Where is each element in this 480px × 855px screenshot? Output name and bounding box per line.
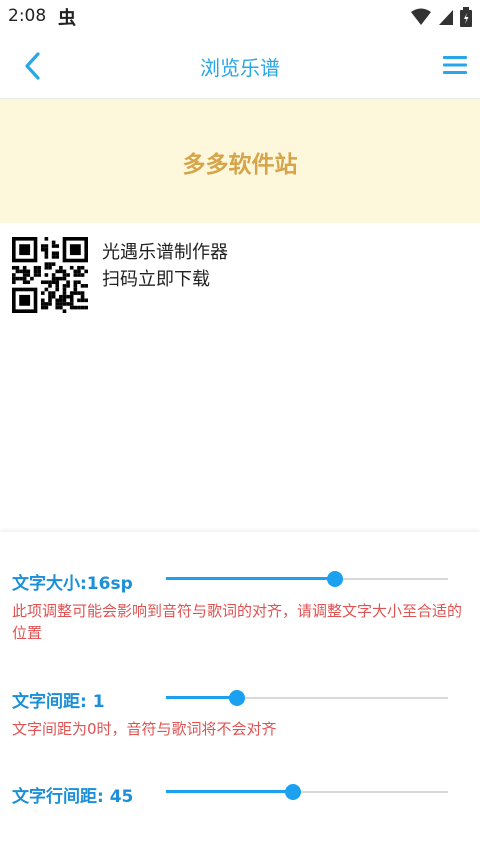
line-spacing-slider[interactable] bbox=[166, 780, 448, 804]
menu-button[interactable] bbox=[442, 52, 468, 78]
qr-code-image bbox=[12, 237, 88, 313]
status-time: 2:08 bbox=[8, 6, 47, 26]
status-bar: 2:08 虫 bbox=[0, 0, 480, 34]
slider-thumb[interactable] bbox=[284, 784, 301, 800]
font-size-label: 文字大小:16sp bbox=[12, 574, 133, 594]
font-size-slider[interactable] bbox=[166, 567, 448, 591]
battery-icon bbox=[460, 7, 472, 27]
hamburger-menu-icon bbox=[443, 56, 467, 74]
notification-icon: 虫 bbox=[58, 8, 76, 29]
status-icons bbox=[410, 7, 472, 27]
slider-thumb[interactable] bbox=[327, 571, 344, 587]
signal-icon bbox=[439, 10, 453, 25]
banner[interactable]: 多多软件站 bbox=[0, 99, 480, 223]
letter-spacing-note: 文字间距为0时，音符与歌词将不会对齐 bbox=[12, 720, 277, 738]
wifi-icon bbox=[411, 8, 431, 25]
slider-thumb[interactable] bbox=[228, 690, 245, 706]
page-title: 浏览乐谱 bbox=[200, 56, 280, 80]
promo-title: 光遇乐谱制作器 bbox=[102, 242, 228, 263]
font-size-note: 此项调整可能会影响到音符与歌词的对齐，请调整文字大小至合适的位置 bbox=[12, 602, 463, 642]
line-spacing-label: 文字行间距: 45 bbox=[12, 787, 134, 807]
banner-text: 多多软件站 bbox=[182, 152, 298, 178]
letter-spacing-label: 文字间距: 1 bbox=[12, 692, 105, 712]
letter-spacing-slider[interactable] bbox=[166, 686, 448, 710]
header: 浏览乐谱 bbox=[0, 34, 480, 99]
promo-subtitle: 扫码立即下载 bbox=[102, 269, 210, 290]
